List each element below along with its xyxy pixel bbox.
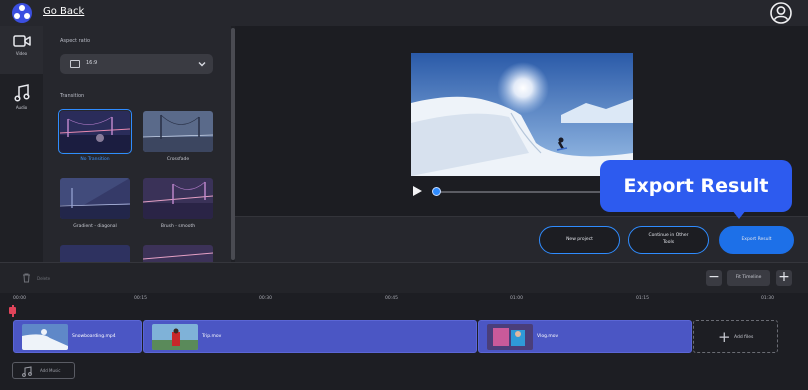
transition-thumbnail[interactable]	[143, 245, 213, 262]
clip-name: Trip.mov	[202, 334, 222, 339]
playback-scrubber[interactable]	[432, 187, 441, 196]
clip-thumbnail	[152, 324, 198, 350]
ruler-tick: 01:00	[510, 296, 523, 301]
plus-icon: +	[718, 328, 731, 346]
continue-in-other-tools-button[interactable]: Continue in Other Tools	[628, 226, 709, 254]
playhead[interactable]	[12, 305, 14, 317]
add-music-label: Add Music	[40, 368, 61, 373]
clip-name: Vlog.mov	[537, 334, 559, 339]
playback-progress-bar[interactable]	[435, 191, 615, 193]
video-preview[interactable]	[411, 53, 633, 176]
vlog-thumbnail	[487, 324, 533, 350]
clip-snowboarding[interactable]: Snowboarding.mp4	[13, 320, 142, 353]
ruler-tick: 00:00	[13, 296, 26, 301]
snow-thumbnail	[22, 324, 68, 350]
transition-brush-smooth[interactable]	[143, 178, 213, 219]
timeline: Delete − Fit Timeline + 00:00 00:15 00:3…	[0, 262, 808, 390]
bridge-night-thumbnail	[60, 111, 130, 152]
music-note-icon	[13, 84, 30, 102]
rail-label-audio: Audio	[15, 105, 28, 110]
ruler-tick: 00:15	[134, 296, 147, 301]
export-result-label: Export Result	[741, 236, 772, 242]
delete-label: Delete	[37, 276, 51, 281]
play-icon[interactable]	[413, 186, 422, 196]
aspect-ratio-value: 16:9	[86, 60, 98, 66]
transition-label: Gradient - diagonal	[73, 224, 117, 229]
transition-no-transition[interactable]	[58, 109, 132, 154]
zoom-in-button[interactable]: +	[776, 270, 792, 286]
ruler-tick: 01:30	[761, 296, 774, 301]
transition-label: Brush - smooth	[160, 224, 196, 229]
transition-gradient-diagonal[interactable]	[60, 178, 130, 219]
music-note-icon	[22, 366, 32, 377]
settings-panel: Aspect ratio 16:9 Transition No Transiti…	[43, 26, 231, 262]
clip-thumbnail	[487, 324, 533, 350]
timeline-ruler[interactable]: 00:00 00:15 00:30 00:45 01:00 01:15 01:3…	[0, 293, 808, 307]
new-project-label: New project	[566, 236, 593, 242]
aspect-ratio-select[interactable]: 16:9	[60, 54, 213, 74]
callout-pointer	[732, 210, 746, 219]
rail-item-audio[interactable]: Audio	[0, 76, 43, 124]
callout-text: Export Result	[623, 175, 769, 197]
aspect-ratio-icon	[70, 60, 80, 68]
snowboard-video-frame	[411, 53, 633, 176]
zoom-out-button[interactable]: −	[706, 270, 722, 286]
clip-trip[interactable]: Trip.mov	[143, 320, 477, 353]
transition-thumbnail[interactable]	[60, 245, 130, 262]
bridge-dusk-thumbnail	[143, 111, 213, 152]
user-circle-icon[interactable]	[770, 2, 792, 24]
ruler-tick: 00:30	[259, 296, 272, 301]
export-result-button[interactable]: Export Result	[719, 226, 794, 254]
bridge-gradient-thumbnail	[60, 178, 130, 219]
ruler-tick: 01:15	[636, 296, 649, 301]
bridge-thumbnail	[143, 245, 213, 262]
bridge-thumbnail	[60, 245, 130, 262]
aspect-ratio-title: Aspect ratio	[60, 38, 91, 44]
tool-rail: Video Audio	[0, 26, 43, 262]
app-logo-icon[interactable]	[12, 3, 32, 23]
continue-label-line2: Tools	[662, 240, 675, 245]
top-bar: Go Back	[0, 0, 808, 26]
rail-label-video: Video	[15, 51, 28, 56]
bridge-brush-thumbnail	[143, 178, 213, 219]
add-music-button[interactable]: Add Music	[12, 362, 75, 379]
new-project-button[interactable]: New project	[539, 226, 620, 254]
clip-name: Snowboarding.mp4	[72, 334, 116, 339]
editor-app: Go Back Video Audio Aspect ratio 16:9 Tr…	[0, 0, 808, 390]
ruler-tick: 00:45	[385, 296, 398, 301]
timeline-toolbar: Delete − Fit Timeline +	[0, 263, 808, 293]
rail-item-video[interactable]: Video	[0, 26, 43, 74]
add-files-button[interactable]: + Add files	[693, 320, 778, 353]
trash-icon[interactable]	[22, 273, 31, 283]
export-action-bar: New project Continue in Other Tools Expo…	[235, 216, 808, 262]
transition-label: No Transition	[80, 157, 110, 162]
transition-label: Crossfade	[166, 157, 190, 162]
go-back-link[interactable]: Go Back	[43, 6, 84, 17]
clip-thumbnail	[22, 324, 68, 350]
video-camera-icon	[12, 35, 31, 47]
clip-vlog[interactable]: Vlog.mov	[478, 320, 692, 353]
trip-thumbnail	[152, 324, 198, 350]
fit-timeline-button[interactable]: Fit Timeline	[727, 270, 770, 286]
export-result-callout[interactable]: Export Result	[600, 160, 792, 212]
continue-label-line1: Continue in Other	[648, 233, 689, 239]
transition-crossfade[interactable]	[143, 111, 213, 152]
add-files-label: Add files	[734, 335, 754, 340]
chevron-down-icon	[198, 62, 206, 67]
transition-title: Transition	[60, 93, 85, 99]
